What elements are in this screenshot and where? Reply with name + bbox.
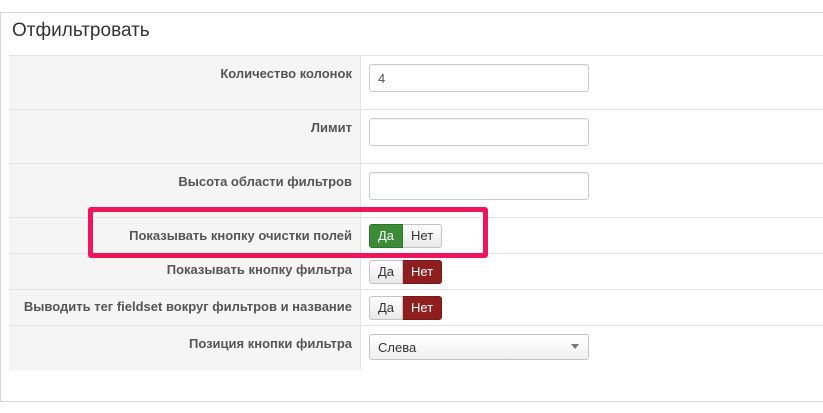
column-count-label: Количество колонок [9,56,361,109]
limit-label: Лимит [9,110,361,163]
filter-button-position-value: Слева [378,340,417,355]
chevron-down-icon [571,344,579,349]
filter-area-height-input[interactable] [369,172,589,200]
fieldset-wrapper-no[interactable]: Нет [403,296,443,320]
show-clear-button-control: Да Нет [361,218,823,253]
filter-settings-form: Количество колонок Лимит Высота области … [9,55,823,370]
limit-input[interactable] [369,118,589,146]
filter-button-position-control: Слева [361,326,823,370]
show-clear-button-yes[interactable]: Да [369,224,404,248]
row-column-count: Количество колонок [9,56,823,110]
column-count-input[interactable] [369,64,589,92]
fieldset-wrapper-label: Выводить тег fieldset вокруг фильтров и … [9,290,361,325]
show-clear-button-no[interactable]: Нет [403,224,443,248]
row-limit: Лимит [9,110,823,164]
filter-area-height-label: Высота области фильтров [9,164,361,217]
show-filter-button-control: Да Нет [361,254,823,289]
fieldset-wrapper-yes[interactable]: Да [369,296,404,320]
row-show-filter-button: Показывать кнопку фильтра Да Нет [9,254,823,290]
filter-button-position-select[interactable]: Слева [369,334,589,360]
row-fieldset-wrapper: Выводить тег fieldset вокруг фильтров и … [9,290,823,326]
show-filter-button-toggle: Да Нет [369,260,443,284]
show-filter-button-yes[interactable]: Да [369,260,404,284]
show-clear-button-label: Показывать кнопку очистки полей [9,218,361,253]
row-filter-button-position: Позиция кнопки фильтра Слева [9,326,823,370]
show-filter-button-label: Показывать кнопку фильтра [9,254,361,289]
fieldset-wrapper-toggle: Да Нет [369,296,443,320]
show-clear-button-toggle: Да Нет [369,224,443,248]
filter-button-position-label: Позиция кнопки фильтра [9,326,361,370]
row-filter-area-height: Высота области фильтров [9,164,823,218]
column-count-control [361,56,823,109]
fieldset-legend: Отфильтровать [8,19,154,43]
row-show-clear-button: Показывать кнопку очистки полей Да Нет [9,218,823,254]
filter-area-height-control [361,164,823,217]
fieldset-wrapper-control: Да Нет [361,290,823,325]
show-filter-button-no[interactable]: Нет [403,260,443,284]
limit-control [361,110,823,163]
